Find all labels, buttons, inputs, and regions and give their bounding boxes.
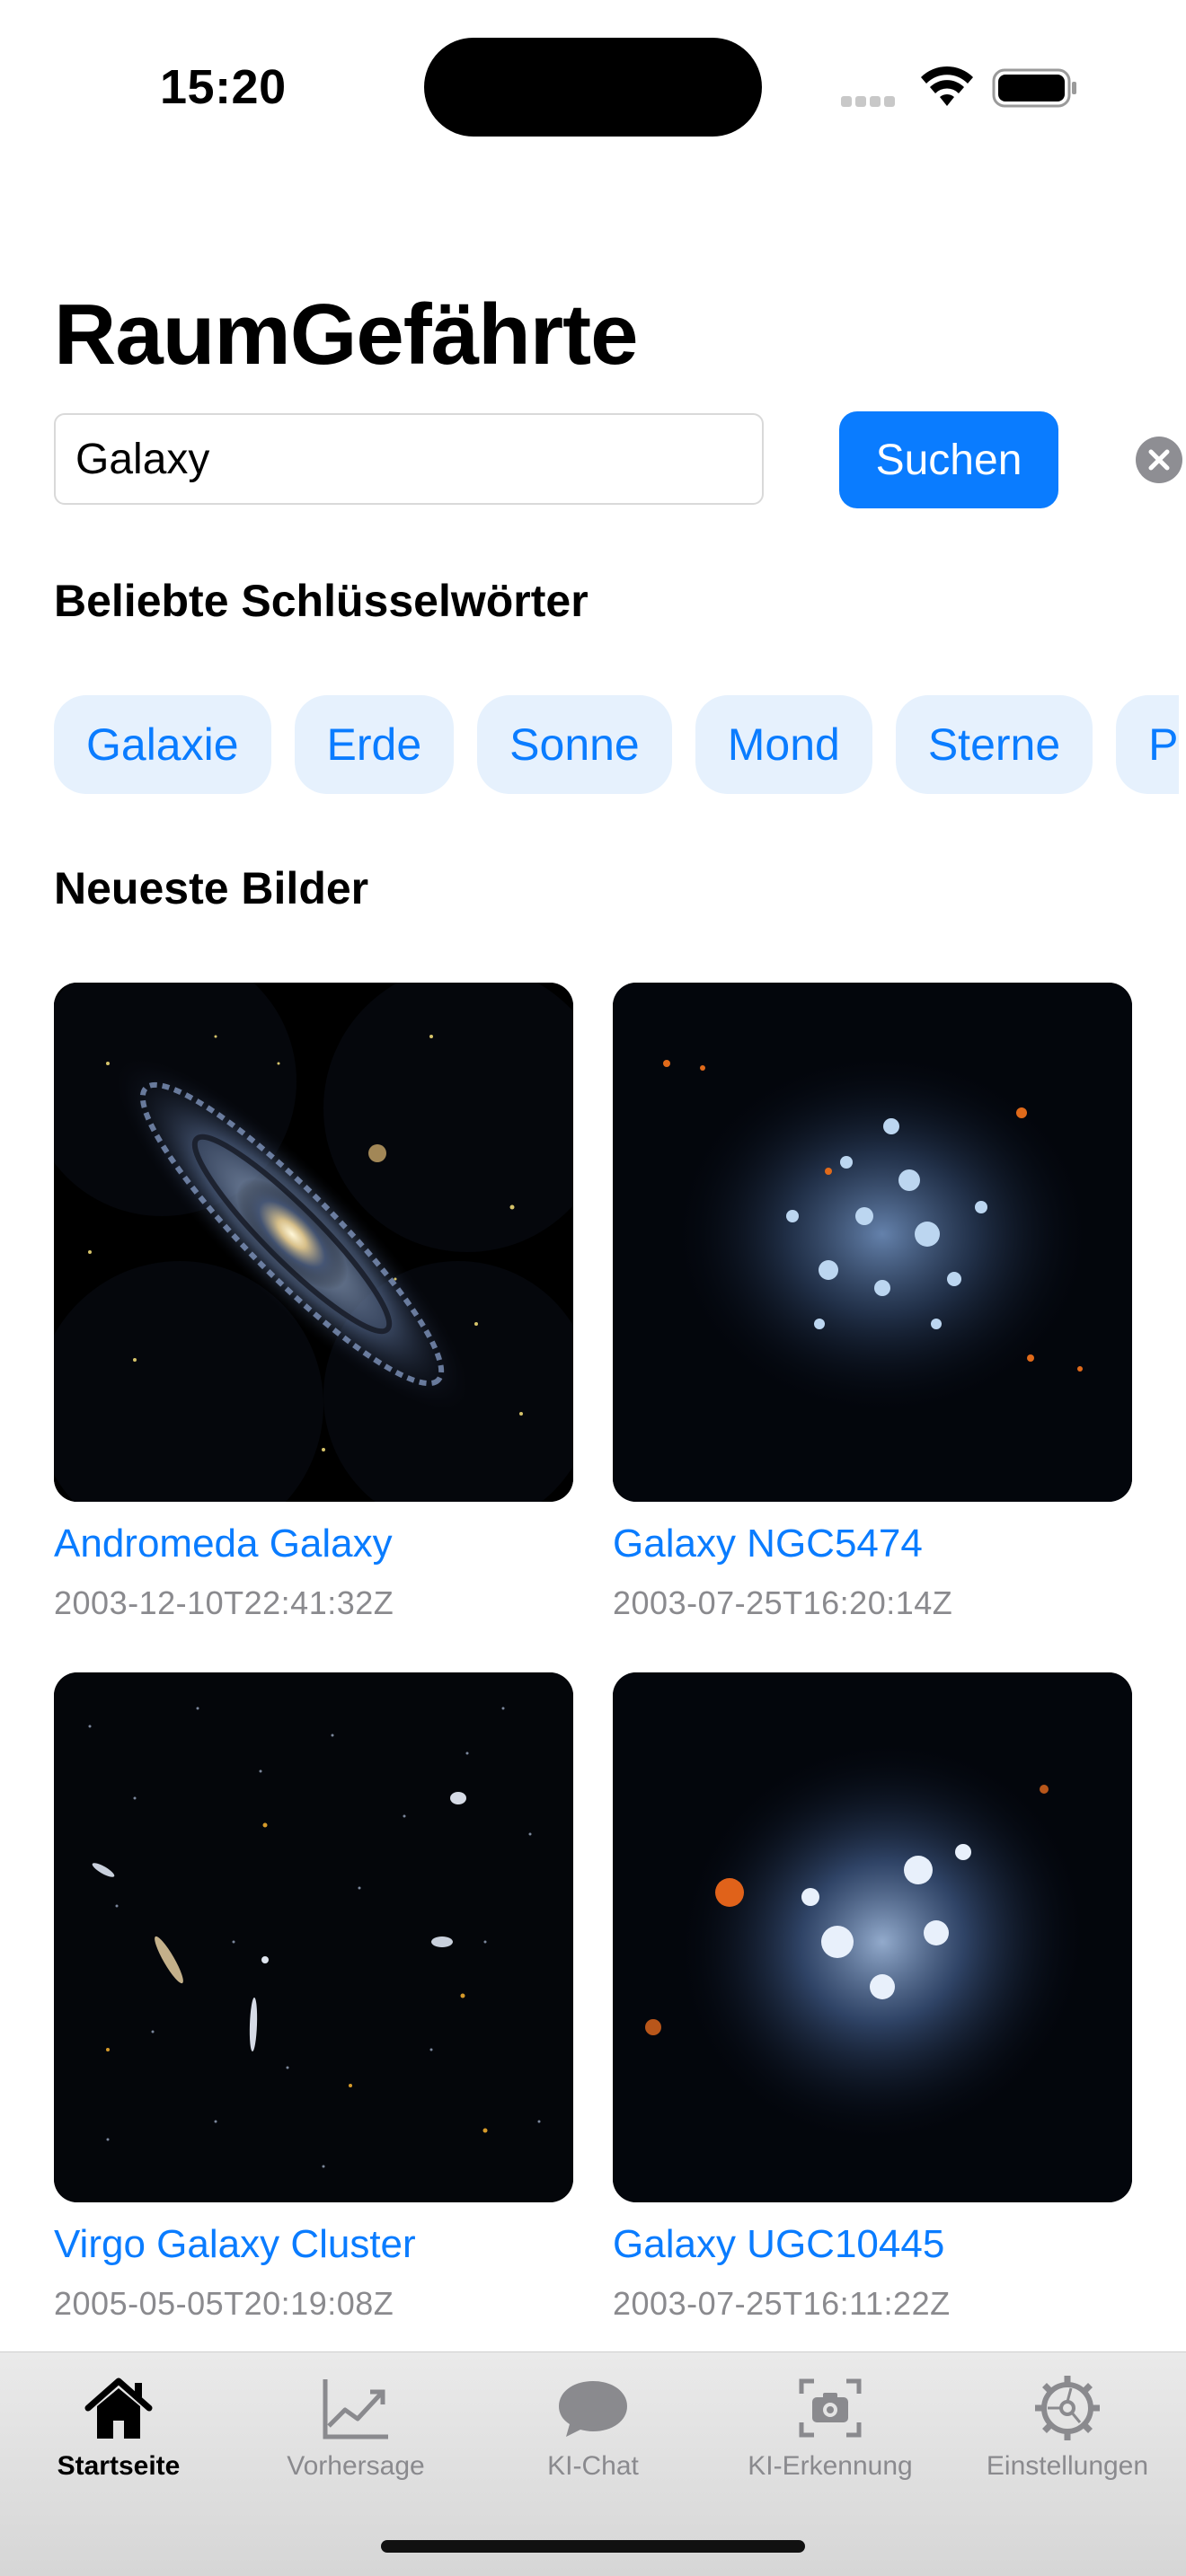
keywords-heading: Beliebte Schlüsselwörter (54, 576, 589, 626)
status-time: 15:20 (160, 60, 287, 114)
tab-vorhersage[interactable]: Vorhersage (237, 2352, 474, 2496)
image-card[interactable]: Virgo Galaxy Cluster 2005-05-05T20:19:08… (54, 1672, 573, 2323)
image-card[interactable]: Galaxy NGC5474 2003-07-25T16:20:14Z (613, 983, 1132, 1622)
keyword-chip[interactable]: Planeten (1116, 695, 1179, 794)
image-card[interactable]: Galaxy UGC10445 2003-07-25T16:11:22Z (613, 1672, 1132, 2323)
tab-label: KI-Chat (547, 2451, 639, 2481)
battery-icon (992, 68, 1076, 108)
virgo-cluster-image[interactable] (54, 1672, 573, 2202)
chart-line-icon (323, 2379, 388, 2439)
tab-label: KI-Erkennung (748, 2451, 913, 2481)
image-title[interactable]: Galaxy UGC10445 (613, 2222, 1132, 2267)
tab-ki-chat[interactable]: KI-Chat (474, 2352, 712, 2496)
ugc10445-galaxy-image[interactable] (613, 1672, 1132, 2202)
latest-images-heading: Neueste Bilder (54, 863, 369, 913)
image-date: 2003-12-10T22:41:32Z (54, 1584, 394, 1621)
ngc5474-galaxy-image[interactable] (613, 983, 1132, 1502)
gear-icon (1035, 2376, 1100, 2440)
camera-viewfinder-icon (799, 2378, 862, 2438)
image-card[interactable]: Andromeda Galaxy 2003-12-10T22:41:32Z (54, 983, 573, 1622)
status-bar: 15:20 (0, 0, 1186, 171)
tab-startseite[interactable]: Startseite (0, 2352, 237, 2496)
tab-label: Vorhersage (287, 2451, 425, 2481)
image-title[interactable]: Virgo Galaxy Cluster (54, 2222, 573, 2267)
keyword-chips: GalaxieErdeSonneMondSterne Planeten (54, 695, 1179, 794)
keyword-chip[interactable]: Erde (294, 695, 455, 794)
andromeda-galaxy-image[interactable] (54, 983, 573, 1502)
dynamic-island (424, 38, 762, 137)
tab-ki-erkennung[interactable]: KI-Erkennung (712, 2352, 949, 2496)
image-title[interactable]: Galaxy NGC5474 (613, 1522, 1132, 1566)
image-title[interactable]: Andromeda Galaxy (54, 1522, 573, 1566)
keyword-chip[interactable]: Sterne (895, 695, 1093, 794)
keyword-chip[interactable]: Sonne (477, 695, 672, 794)
tab-einstellungen[interactable]: Einstellungen (949, 2352, 1186, 2496)
keyword-chip[interactable]: Mond (695, 695, 872, 794)
app-title: RaumGefährte (54, 287, 638, 383)
tab-label: Einstellungen (986, 2451, 1149, 2481)
close-icon (1148, 449, 1170, 471)
image-date: 2005-05-05T20:19:08Z (54, 2285, 394, 2322)
clear-search-button[interactable] (1136, 437, 1182, 483)
search-input[interactable] (54, 413, 764, 505)
cellular-signal-icon (841, 95, 902, 108)
chat-bubble-icon (559, 2381, 627, 2437)
keyword-chip[interactable]: Galaxie (54, 695, 271, 794)
house-icon (84, 2378, 153, 2439)
home-indicator[interactable] (381, 2540, 805, 2553)
image-date: 2003-07-25T16:11:22Z (613, 2285, 951, 2322)
image-date: 2003-07-25T16:20:14Z (613, 1584, 953, 1621)
wifi-icon (921, 66, 973, 106)
search-button[interactable]: Suchen (839, 411, 1058, 508)
tab-label: Startseite (57, 2451, 181, 2481)
